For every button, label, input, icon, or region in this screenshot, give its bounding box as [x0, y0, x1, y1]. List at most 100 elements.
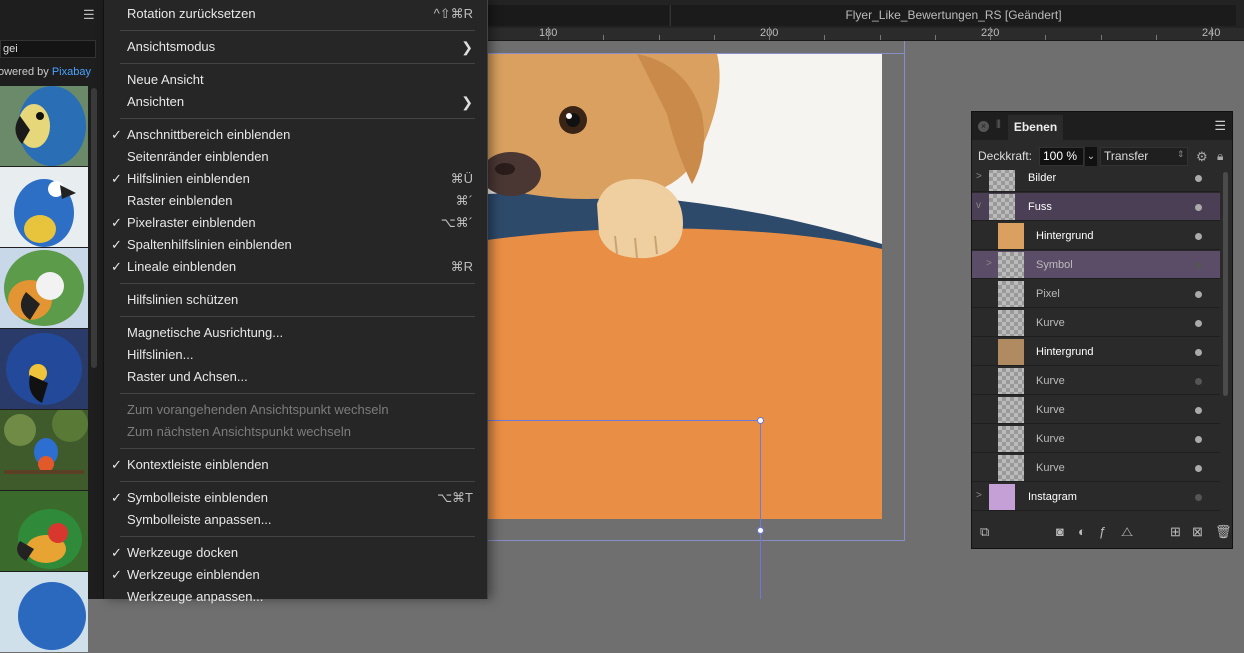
stock-scrollbar[interactable] [91, 88, 97, 368]
menu-item-guides-dialog[interactable]: Hilfslinien... [104, 344, 487, 366]
mask-icon[interactable]: ◙ [1056, 524, 1064, 539]
menu-item-show-tools[interactable]: ✓ Werkzeuge einblenden [104, 564, 487, 586]
layer-row[interactable]: Kurve [972, 367, 1220, 395]
menu-item-show-column-guides[interactable]: ✓ Spaltenhilfslinien einblenden [104, 234, 487, 256]
grip-icon[interactable]: ⦀ [996, 119, 1001, 132]
stock-thumbnail[interactable] [0, 572, 88, 652]
menu-shortcut: ⌥⌘T [437, 490, 473, 505]
chevron-down-icon[interactable]: ⌄ [1085, 147, 1097, 166]
chevron-right-icon[interactable]: > [976, 171, 982, 182]
ruler-tick [1045, 35, 1046, 40]
layer-row[interactable]: Hintergrund [972, 338, 1220, 366]
ruler-tick [769, 27, 770, 40]
document-tab[interactable]: Flyer_Like_Bewertungen_RS [Geändert] [670, 5, 1236, 26]
menu-item-customize-toolbar[interactable]: Symbolleiste anpassen... [104, 509, 487, 531]
visibility-dot-icon[interactable] [1195, 262, 1202, 269]
lock-icon[interactable]: 🔒︎ [1217, 149, 1223, 164]
trash-icon[interactable]: 🗑︎ [1215, 524, 1232, 540]
visibility-dot-icon[interactable] [1195, 349, 1202, 356]
layer-row[interactable]: Kurve [972, 454, 1220, 482]
menu-item-grid-axes[interactable]: Raster und Achsen... [104, 366, 487, 388]
stock-thumbnail[interactable] [0, 410, 88, 490]
menu-item-rotation-reset[interactable]: Rotation zurücksetzen ^⇧⌘R [104, 3, 487, 25]
visibility-dot-icon[interactable] [1195, 204, 1202, 211]
stock-thumbnail[interactable] [0, 86, 88, 166]
check-icon: ✓ [111, 127, 122, 142]
panel-menu-icon[interactable]: ☰ [1214, 118, 1226, 134]
menu-label: Hilfslinien einblenden [127, 171, 250, 186]
menu-item-show-grid[interactable]: Raster einblenden ⌘´ [104, 190, 487, 212]
ruler-tick [603, 35, 604, 40]
chevron-down-icon[interactable]: v [976, 200, 981, 211]
selection-bounding-box[interactable] [487, 420, 761, 530]
menu-label: Symbolleiste anpassen... [127, 512, 272, 527]
menu-item-new-view[interactable]: Neue Ansicht [104, 69, 487, 91]
menu-item-show-context-toolbar[interactable]: ✓ Kontextleiste einblenden [104, 454, 487, 476]
menu-item-views[interactable]: Ansichten ❯ [104, 91, 487, 113]
layer-row[interactable]: > Instagram [972, 483, 1220, 511]
visibility-dot-icon[interactable] [1195, 494, 1202, 501]
close-icon[interactable]: × [978, 121, 989, 132]
stock-thumbnail[interactable] [0, 329, 88, 409]
visibility-dot-icon[interactable] [1195, 175, 1202, 182]
live-filter-icon[interactable]: ⧍ [1121, 524, 1133, 540]
layer-row[interactable]: > Symbol [972, 251, 1220, 279]
layer-row[interactable]: > Bilder [972, 170, 1220, 192]
stock-thumbnail[interactable] [0, 491, 88, 571]
document-tab-inactive[interactable] [487, 5, 669, 26]
layers-scrollbar[interactable] [1223, 172, 1228, 396]
panel-menu-icon[interactable]: ☰ [83, 8, 95, 21]
selection-handle[interactable] [757, 527, 764, 534]
stock-thumbnail[interactable] [0, 248, 88, 328]
menu-item-show-toolbar[interactable]: ✓ Symbolleiste einblenden ⌥⌘T [104, 487, 487, 509]
menu-item-customize-tools[interactable]: Werkzeuge anpassen... [104, 586, 487, 608]
visibility-dot-icon[interactable] [1195, 378, 1202, 385]
visibility-dot-icon[interactable] [1195, 291, 1202, 298]
stock-thumbnail[interactable] [0, 167, 88, 247]
menu-item-show-guides[interactable]: ✓ Hilfslinien einblenden ⌘Ü [104, 168, 487, 190]
layer-row[interactable]: Kurve [972, 309, 1220, 337]
visibility-dot-icon[interactable] [1195, 465, 1202, 472]
layer-thumbnail [998, 339, 1024, 365]
layer-row[interactable]: Pixel [972, 280, 1220, 308]
layer-row[interactable]: v Fuss [972, 193, 1220, 221]
menu-item-lock-guides[interactable]: Hilfslinien schützen [104, 289, 487, 311]
layer-row[interactable]: Hintergrund [972, 222, 1220, 250]
menu-item-dock-tools[interactable]: ✓ Werkzeuge docken [104, 542, 487, 564]
layers-panel-header: × ⦀ Ebenen ☰ [972, 112, 1232, 140]
menu-item-show-bleed[interactable]: ✓ Anschnittbereich einblenden [104, 124, 487, 146]
adjustment-icon[interactable]: ◐ [1078, 524, 1086, 539]
horizontal-ruler[interactable]: 180 200 220 240 [487, 27, 1244, 41]
tab-layers[interactable]: Ebenen [1008, 115, 1063, 140]
menu-item-show-rulers[interactable]: ✓ Lineale einblenden ⌘R [104, 256, 487, 278]
blend-mode-select[interactable]: Transfer [1100, 147, 1188, 166]
menu-shortcut: ^⇧⌘R [433, 6, 473, 21]
menu-label: Seitenränder einblenden [127, 149, 269, 164]
visibility-dot-icon[interactable] [1195, 436, 1202, 443]
opacity-input[interactable]: 100 % [1039, 147, 1084, 166]
group-icon[interactable]: ⊠ [1192, 524, 1203, 540]
menu-item-show-margins[interactable]: Seitenränder einblenden [104, 146, 487, 168]
stock-search-input[interactable]: gei [0, 40, 96, 58]
menu-item-snapping[interactable]: Magnetische Ausrichtung... [104, 322, 487, 344]
check-icon: ✓ [111, 171, 122, 186]
chevron-right-icon[interactable]: > [986, 258, 992, 269]
layer-name: Kurve [1036, 375, 1065, 387]
visibility-dot-icon[interactable] [1195, 320, 1202, 327]
selection-handle[interactable] [757, 417, 764, 424]
visibility-dot-icon[interactable] [1195, 233, 1202, 240]
visibility-dot-icon[interactable] [1195, 407, 1202, 414]
layers-toggle-icon[interactable]: ⧉ [980, 524, 989, 540]
fx-icon[interactable]: ƒ [1099, 524, 1106, 539]
chevron-right-icon[interactable]: > [976, 490, 982, 501]
add-layer-icon[interactable]: ⊞ [1170, 524, 1181, 540]
menu-label: Werkzeuge anpassen... [127, 589, 264, 604]
menu-item-view-mode[interactable]: Ansichtsmodus ❯ [104, 36, 487, 58]
menu-item-show-pixel-grid[interactable]: ✓ Pixelraster einblenden ⌥⌘´ [104, 212, 487, 234]
layer-row[interactable]: Kurve [972, 396, 1220, 424]
menu-item-previous-viewpoint: Zum vorangehenden Ansichtspunkt wechseln [104, 399, 487, 421]
menu-label: Hilfslinien... [127, 347, 194, 362]
gear-icon[interactable]: ⚙ [1196, 149, 1208, 165]
pixabay-link[interactable]: Pixabay [52, 66, 91, 78]
layer-row[interactable]: Kurve [972, 425, 1220, 453]
